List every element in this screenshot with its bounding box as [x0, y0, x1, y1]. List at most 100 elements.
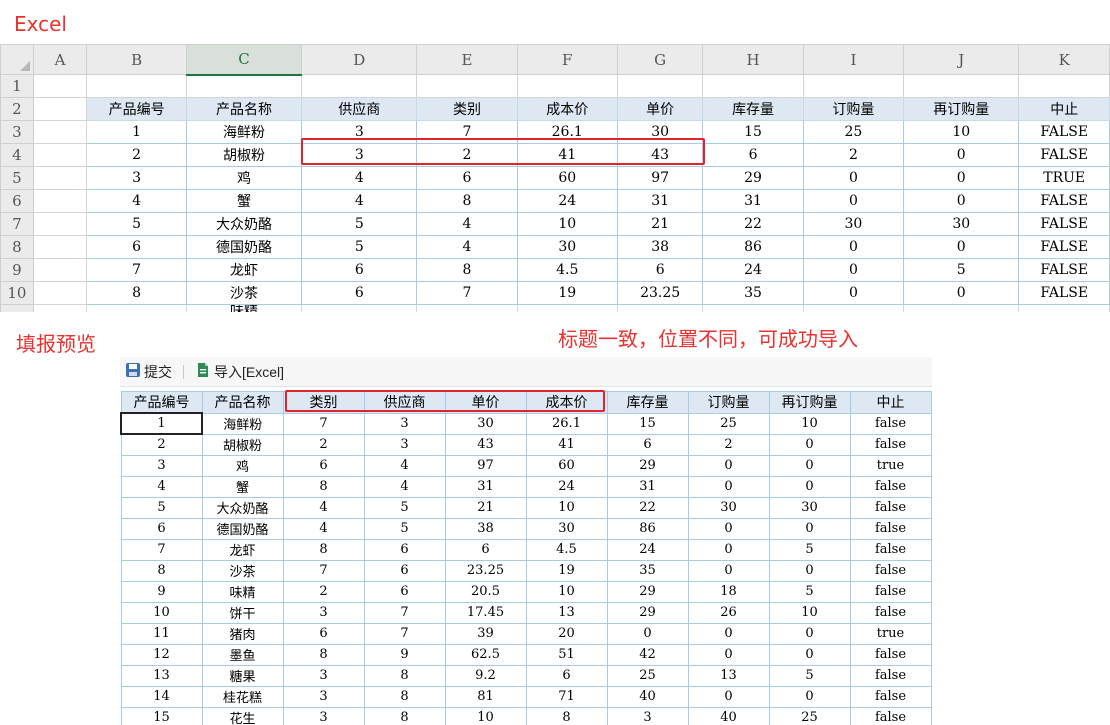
report-cell[interactable]: 14	[120, 685, 203, 708]
report-cell[interactable]: 4.5	[525, 538, 608, 561]
report-cell[interactable]: 20	[525, 622, 608, 645]
report-cell[interactable]: 0	[687, 454, 770, 477]
cell[interactable]: 海鲜粉	[185, 120, 303, 144]
report-cell[interactable]: 30	[444, 412, 527, 435]
cell[interactable]	[301, 74, 418, 98]
report-cell[interactable]: 0	[687, 517, 770, 540]
cell[interactable]: 沙茶	[185, 281, 303, 305]
report-cell[interactable]: 8	[120, 559, 203, 582]
report-cell[interactable]: 6	[444, 538, 527, 561]
cell[interactable]: 0	[802, 166, 905, 190]
report-cell[interactable]: 39	[444, 622, 527, 645]
select-all-corner[interactable]	[0, 44, 34, 75]
report-cell[interactable]: 23.25	[444, 559, 527, 582]
cell[interactable]: 7	[416, 281, 518, 305]
cell[interactable]: 4	[416, 235, 518, 259]
cell[interactable]: 97	[616, 166, 704, 190]
report-cell[interactable]: 5	[768, 580, 851, 603]
report-cell[interactable]: 7	[363, 601, 446, 624]
report-cell[interactable]: 4	[282, 517, 365, 540]
cell[interactable]: 24	[516, 189, 618, 213]
cell[interactable]	[516, 74, 618, 98]
report-cell[interactable]: false	[849, 433, 932, 456]
report-cell[interactable]: 3	[606, 706, 689, 725]
row-header-6[interactable]: 6	[0, 189, 34, 213]
cell[interactable]: 0	[903, 235, 1020, 259]
cell[interactable]: FALSE	[1018, 143, 1110, 167]
report-cell[interactable]: 5	[768, 538, 851, 561]
report-cell[interactable]: 4	[120, 475, 203, 498]
report-cell[interactable]: 猪肉	[201, 622, 284, 645]
report-cell[interactable]: 30	[525, 517, 608, 540]
report-cell[interactable]: 9.2	[444, 664, 527, 687]
report-cell[interactable]: 6	[120, 517, 203, 540]
cell[interactable]: 5	[903, 258, 1020, 282]
report-cell[interactable]: false	[849, 580, 932, 603]
report-cell[interactable]: 6	[363, 580, 446, 603]
report-cell[interactable]: 6	[363, 538, 446, 561]
report-cell[interactable]: 43	[444, 433, 527, 456]
cell[interactable]: FALSE	[1018, 120, 1110, 144]
report-cell[interactable]: 35	[606, 559, 689, 582]
report-cell[interactable]: 7	[120, 538, 203, 561]
cell[interactable]: 38	[616, 235, 704, 259]
report-cell[interactable]: 0	[768, 622, 851, 645]
row-header-1[interactable]: 1	[0, 74, 34, 98]
report-cell[interactable]: 5	[120, 496, 203, 519]
cell[interactable]: 23.25	[616, 281, 704, 305]
cell[interactable]: 19	[516, 281, 618, 305]
cell[interactable]: 蟹	[185, 189, 303, 213]
cell[interactable]: FALSE	[1018, 212, 1110, 236]
report-cell[interactable]: true	[849, 622, 932, 645]
cell[interactable]: 鸡	[185, 166, 303, 190]
cell[interactable]: FALSE	[1018, 281, 1110, 305]
report-cell[interactable]: false	[849, 685, 932, 708]
cell[interactable]: 4	[86, 189, 187, 213]
report-cell[interactable]: false	[849, 538, 932, 561]
cell[interactable]	[32, 281, 88, 305]
cell[interactable]: 0	[802, 281, 905, 305]
column-header-i[interactable]: I	[802, 44, 905, 75]
cell[interactable]	[32, 189, 88, 213]
report-cell[interactable]: 2	[282, 580, 365, 603]
cell[interactable]: 5	[301, 235, 418, 259]
report-cell[interactable]: false	[849, 601, 932, 624]
cell[interactable]: 0	[903, 166, 1020, 190]
cell[interactable]: 中止	[1018, 97, 1110, 121]
cell[interactable]: 单价	[616, 97, 704, 121]
cell[interactable]	[616, 74, 704, 98]
cell[interactable]: 7	[86, 258, 187, 282]
report-cell[interactable]: 97	[444, 454, 527, 477]
cell[interactable]	[32, 258, 88, 282]
report-cell[interactable]: 5	[363, 517, 446, 540]
cell[interactable]: 订购量	[802, 97, 905, 121]
cell[interactable]: 库存量	[702, 97, 804, 121]
cell[interactable]: 6	[301, 258, 418, 282]
report-cell[interactable]: 0	[687, 559, 770, 582]
report-cell[interactable]: 大众奶酪	[201, 496, 284, 519]
report-cell[interactable]: 5	[768, 664, 851, 687]
report-cell[interactable]: 3	[282, 685, 365, 708]
report-cell[interactable]: false	[849, 475, 932, 498]
report-cell[interactable]: 0	[687, 538, 770, 561]
report-cell[interactable]: 25	[606, 664, 689, 687]
report-cell[interactable]: 墨鱼	[201, 643, 284, 666]
report-cell[interactable]: 8	[282, 538, 365, 561]
report-cell[interactable]: 鸡	[201, 454, 284, 477]
cell[interactable]: 0	[903, 143, 1020, 167]
report-cell[interactable]: 86	[606, 517, 689, 540]
report-cell[interactable]: 0	[687, 622, 770, 645]
cell[interactable]: 6	[301, 281, 418, 305]
report-cell[interactable]: 22	[606, 496, 689, 519]
cell[interactable]: FALSE	[1018, 235, 1110, 259]
report-cell[interactable]: 4	[363, 475, 446, 498]
report-cell[interactable]: 10	[444, 706, 527, 725]
cell[interactable]: 产品名称	[185, 97, 303, 121]
cell[interactable]: 成本价	[516, 97, 618, 121]
cell[interactable]: TRUE	[1018, 166, 1110, 190]
report-cell[interactable]: 8	[363, 664, 446, 687]
row-header-10[interactable]: 10	[0, 281, 34, 305]
cell[interactable]: 供应商	[301, 97, 418, 121]
column-header-c[interactable]: C	[185, 44, 303, 76]
report-cell[interactable]: false	[849, 517, 932, 540]
